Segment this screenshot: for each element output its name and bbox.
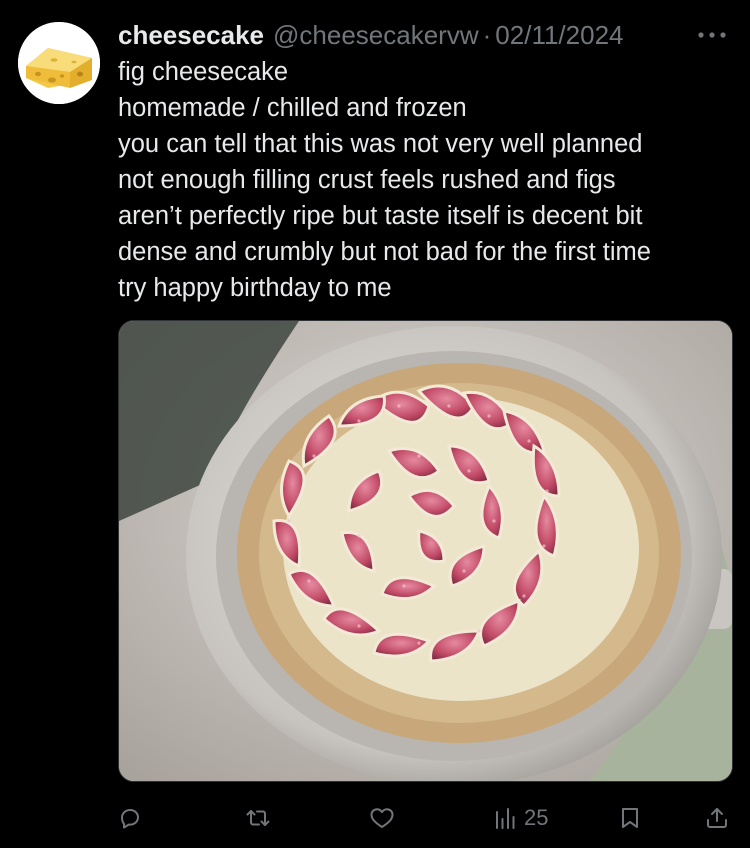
tweet-text-line: dense and crumbly but not bad for the fi…	[118, 238, 651, 266]
reply-button[interactable]	[118, 796, 142, 840]
avatar[interactable]	[18, 22, 100, 104]
bookmark-icon	[622, 808, 638, 828]
tweet-header: cheesecake @cheesecakervw · 02/11/2024	[118, 18, 624, 52]
tweet-actions: 25	[0, 796, 750, 840]
fig-cheesecake-photo	[119, 321, 732, 781]
display-name[interactable]: cheesecake	[118, 18, 264, 52]
tweet-photo[interactable]	[118, 320, 733, 782]
tweet-text: fig cheesecake homemade / chilled and fr…	[118, 54, 743, 306]
cheese-avatar-image	[18, 22, 100, 104]
views-button[interactable]: 25	[494, 796, 548, 840]
separator-dot: ·	[482, 20, 492, 50]
retweet-button[interactable]	[245, 796, 271, 840]
user-handle[interactable]: @cheesecakervw	[273, 18, 479, 52]
heart-icon	[370, 808, 394, 828]
tweet-text-line: fig cheesecake	[118, 58, 289, 86]
share-icon	[707, 808, 727, 828]
more-icon	[698, 32, 726, 38]
views-icon	[496, 808, 515, 829]
tweet-date[interactable]: 02/11/2024	[495, 18, 623, 52]
retweet-icon	[246, 810, 270, 826]
more-options-button[interactable]	[692, 20, 732, 50]
reply-icon	[121, 809, 139, 829]
tweet-text-line: not enough filling crust feels rushed an…	[118, 166, 616, 194]
tweet-text-line: homemade / chilled and frozen	[118, 94, 467, 122]
tweet-text-line: you can tell that this was not very well…	[118, 130, 643, 158]
views-count: 25	[524, 805, 549, 830]
tweet-text-line: try happy birthday to me	[118, 274, 392, 302]
share-button[interactable]	[705, 796, 729, 840]
like-button[interactable]	[369, 796, 395, 840]
bookmark-button[interactable]	[619, 796, 641, 840]
tweet-text-line: aren’t perfectly ripe but taste itself i…	[118, 202, 643, 230]
